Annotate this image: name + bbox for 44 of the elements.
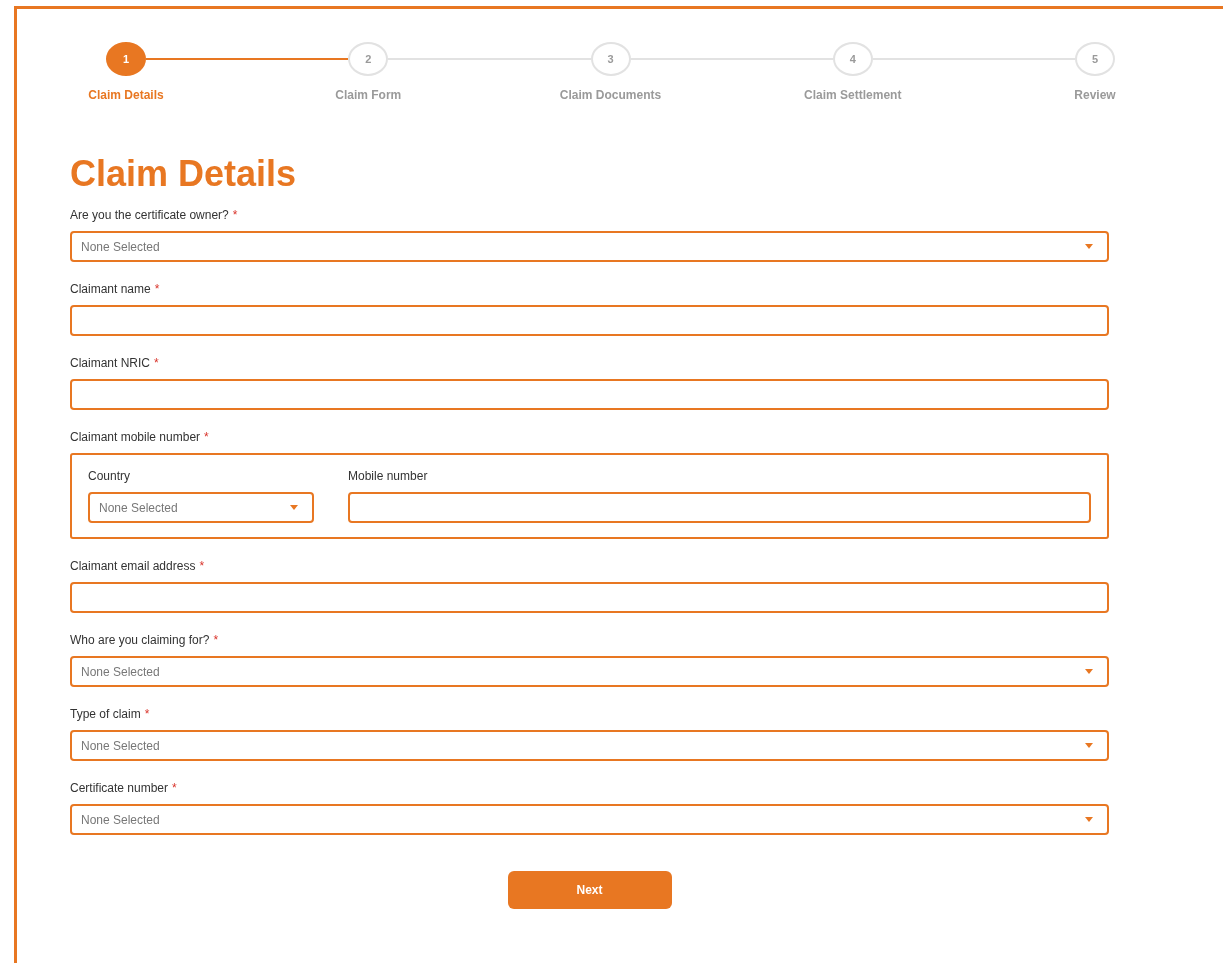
required-mark: * bbox=[154, 282, 160, 296]
dropdown[interactable]: None Selected bbox=[70, 231, 1109, 262]
field-label: Who are you claiming for? bbox=[70, 633, 210, 647]
step-circle[interactable]: 3 bbox=[590, 42, 631, 76]
field-label: Claimant email address bbox=[70, 559, 196, 573]
caret-icon bbox=[1085, 669, 1093, 674]
input-field[interactable] bbox=[70, 379, 1109, 410]
step-label: Claim Form bbox=[335, 88, 402, 102]
input-field[interactable] bbox=[70, 305, 1109, 336]
dropdown[interactable]: None Selected bbox=[70, 804, 1109, 835]
required-mark: * bbox=[154, 356, 159, 370]
field-label: Certificate number bbox=[70, 781, 169, 795]
step-label: Claim Details bbox=[88, 88, 164, 102]
field-label: Claimant NRIC bbox=[70, 356, 150, 370]
dropdown[interactable]: None Selected bbox=[70, 656, 1109, 687]
field-label: Are you the certificate owner? bbox=[70, 208, 229, 222]
caret-icon bbox=[1085, 244, 1093, 249]
required-mark: * bbox=[213, 633, 219, 647]
required-mark: * bbox=[204, 430, 209, 444]
step-circle[interactable]: 4 bbox=[832, 42, 873, 76]
step-circle[interactable]: 1 bbox=[106, 42, 146, 76]
required-mark: * bbox=[172, 781, 177, 795]
field-label: Mobile number bbox=[348, 469, 429, 483]
field-label: Claimant name bbox=[70, 282, 151, 296]
required-mark: * bbox=[144, 707, 150, 721]
caret-icon bbox=[290, 505, 298, 510]
field-label: Claimant mobile number bbox=[70, 430, 201, 444]
step-label: Claim Settlement bbox=[804, 88, 902, 102]
field-label: Country bbox=[88, 469, 132, 483]
caret-icon bbox=[1085, 743, 1093, 748]
dropdown[interactable]: None Selected bbox=[88, 492, 314, 523]
caret-icon bbox=[1085, 817, 1093, 822]
required-mark: * bbox=[199, 559, 205, 573]
dropdown[interactable]: None Selected bbox=[70, 730, 1109, 761]
input-field[interactable] bbox=[348, 492, 1091, 523]
step-circle[interactable]: 5 bbox=[1075, 42, 1115, 76]
step-circle[interactable]: 2 bbox=[348, 42, 389, 76]
step-label: Review bbox=[1074, 88, 1116, 102]
field-label: Type of claim bbox=[70, 707, 141, 721]
required-mark: * bbox=[232, 208, 238, 222]
step-label: Claim Documents bbox=[559, 88, 662, 102]
page-title: Claim Details bbox=[70, 152, 298, 196]
input-field[interactable] bbox=[70, 582, 1109, 613]
next-button[interactable]: Next bbox=[507, 871, 672, 909]
